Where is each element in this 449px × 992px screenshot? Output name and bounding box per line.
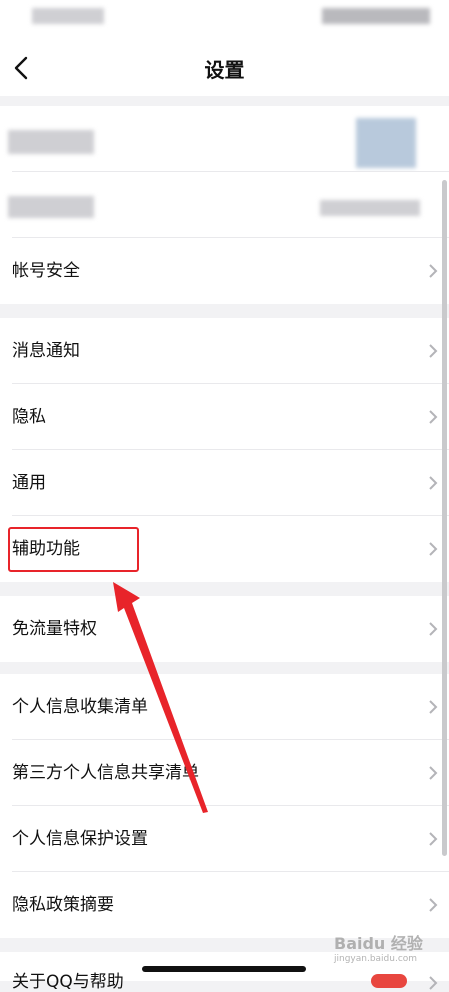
annotation-arrow-icon <box>113 582 208 813</box>
watermark-text: Baidu 经验 <box>334 934 423 953</box>
home-indicator[interactable] <box>142 966 306 972</box>
watermark-subtext: jingyan.baidu.com <box>334 954 418 964</box>
watermark: Baidu 经验 jingyan.baidu.com <box>334 930 423 964</box>
